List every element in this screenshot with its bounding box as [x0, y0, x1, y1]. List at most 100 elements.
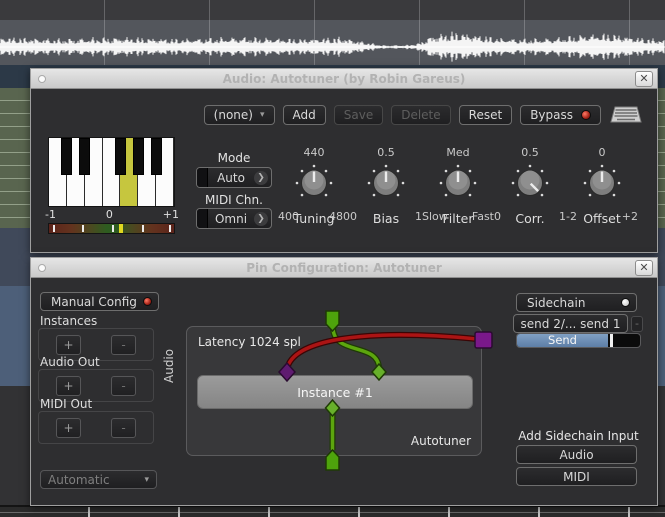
meter-min-label: -1 [45, 208, 56, 221]
mode-value: Auto [208, 171, 254, 185]
add-preset-button[interactable]: Add [283, 105, 326, 125]
send-label: Send [517, 334, 608, 347]
knob-value: 440 [281, 146, 347, 160]
midi-out-group: + - [38, 411, 154, 444]
midi-chn-select[interactable]: Omni ❯ [196, 208, 272, 229]
knob-min-label: Slow [422, 210, 448, 223]
audio-out-add-button[interactable]: + [56, 376, 81, 396]
meter-mid-label: 0 [106, 208, 113, 221]
knob-max-label: 480 [329, 210, 350, 223]
knob-max-label: 1 [415, 210, 422, 223]
sidechain-button[interactable]: Sidechain [516, 293, 637, 312]
meter-tick [82, 225, 84, 232]
piano-key-black[interactable] [115, 138, 126, 175]
pitch-meter [48, 223, 175, 234]
pin-config-title: Pin Configuration: Autotuner [31, 261, 657, 275]
audio-bus-label: Audio [162, 349, 176, 383]
button-notch [197, 209, 208, 228]
piano-key-black[interactable] [151, 138, 162, 175]
meter-tick [112, 225, 114, 232]
plugin-window-titlebar[interactable]: Audio: Autotuner (by Robin Gareus) ✕ [31, 69, 657, 89]
mode-select[interactable]: Auto ❯ [196, 167, 272, 188]
instances-label: Instances [40, 314, 97, 328]
knob-filter[interactable]: Med Slow Fast Filter [425, 146, 491, 226]
midi-chn-label: MIDI Chn. [196, 193, 272, 207]
midi-out-add-button[interactable]: + [56, 418, 81, 438]
knob-tuning[interactable]: 440 400 480 Tuning [281, 146, 347, 226]
preset-select[interactable]: (none) ▾ [204, 105, 275, 125]
pitch-indicator [119, 224, 123, 233]
preset-toolbar: (none) ▾ Add Save Delete Reset Bypass [204, 104, 643, 126]
knob-value: Med [425, 146, 491, 160]
instances-remove-button[interactable]: - [111, 335, 136, 355]
knob-min-label: 0 [350, 210, 357, 223]
audio-waveform [0, 0, 665, 65]
plugin-window: Audio: Autotuner (by Robin Gareus) ✕ (no… [30, 68, 658, 253]
add-sidechain-label: Add Sidechain Input [516, 429, 641, 443]
send-level-slider[interactable]: Send [516, 333, 641, 348]
send-slider-handle[interactable] [610, 334, 613, 347]
bypass-label: Bypass [530, 108, 573, 122]
sidechain-source-select[interactable]: send 2/... send 1 [513, 314, 628, 333]
knob-name: Corr. [497, 211, 563, 226]
bypass-led-icon [581, 110, 591, 120]
meter-tick [169, 225, 171, 232]
window-menu-icon[interactable] [38, 264, 46, 272]
piano-key-black[interactable] [133, 138, 144, 175]
knob-corr[interactable]: 0.5 0 1 Corr. [497, 146, 563, 226]
knob-bias[interactable]: 0.5 0 1 Bias [353, 146, 419, 226]
plugin-name-label: Autotuner [411, 434, 471, 448]
latency-label: Latency 1024 spl [198, 335, 301, 349]
knob-value: 0.5 [353, 146, 419, 160]
chevron-down-icon: ▾ [260, 110, 265, 120]
meter-max-label: +1 [163, 208, 179, 221]
meter-tick [53, 225, 55, 232]
manual-config-led-icon [143, 297, 152, 306]
config-mode-value: Automatic [48, 473, 110, 487]
button-notch [197, 168, 208, 187]
instances-add-button[interactable]: + [56, 335, 81, 355]
keyboard-icon[interactable] [609, 104, 643, 126]
piano-key-black[interactable] [61, 138, 72, 175]
knob-max-label: Fast [472, 210, 494, 223]
instance-label: Instance #1 [297, 385, 373, 400]
sidechain-led-icon [621, 298, 630, 307]
pin-config-window: Pin Configuration: Autotuner ✕ Manual Co… [30, 257, 658, 506]
bypass-button[interactable]: Bypass [520, 105, 601, 125]
mode-label: Mode [196, 151, 272, 165]
close-icon[interactable]: ✕ [635, 260, 653, 276]
delete-preset-button: Delete [391, 105, 450, 125]
config-mode-select[interactable]: Automatic ▾ [40, 470, 157, 489]
midi-out-remove-button[interactable]: - [111, 418, 136, 438]
preset-selected-value: (none) [214, 108, 253, 122]
plugin-window-title: Audio: Autotuner (by Robin Gareus) [31, 72, 657, 86]
piano-key-black[interactable] [79, 138, 90, 175]
sidechain-label: Sidechain [527, 296, 585, 310]
manual-config-button[interactable]: Manual Config [40, 292, 159, 311]
piano-keyboard[interactable] [48, 137, 175, 207]
midi-out-label: MIDI Out [40, 397, 92, 411]
audio-out-remove-button[interactable]: - [111, 376, 136, 396]
window-menu-icon[interactable] [38, 75, 46, 83]
chevron-right-icon: ❯ [254, 212, 268, 226]
add-sidechain-midi-button[interactable]: MIDI [516, 467, 637, 486]
close-icon[interactable]: ✕ [635, 71, 653, 87]
manual-config-label: Manual Config [51, 295, 137, 309]
add-sidechain-audio-button[interactable]: Audio [516, 445, 637, 464]
knob-max-label: +2 [622, 210, 638, 223]
reset-button[interactable]: Reset [459, 105, 513, 125]
knob-row: 440 400 480 Tuning0.5 0 1 BiasMed Slow F… [281, 146, 635, 226]
knob-offset[interactable]: 0 -2 +2 Offset [569, 146, 635, 226]
plugin-instance-box[interactable]: Instance #1 [197, 375, 473, 409]
knob-name: Bias [353, 211, 419, 226]
knob-max-label: 1 [559, 210, 566, 223]
midi-chn-value: Omni [208, 212, 254, 226]
save-preset-button: Save [334, 105, 383, 125]
knob-value: 0 [569, 146, 635, 160]
sidechain-source-value: send 2/... send 1 [521, 317, 621, 331]
knob-min-label: 0 [494, 210, 501, 223]
sidechain-remove-button[interactable]: - [631, 316, 643, 332]
chevron-right-icon: ❯ [254, 171, 268, 185]
chevron-down-icon: ▾ [144, 475, 149, 485]
pin-config-titlebar[interactable]: Pin Configuration: Autotuner ✕ [31, 258, 657, 278]
